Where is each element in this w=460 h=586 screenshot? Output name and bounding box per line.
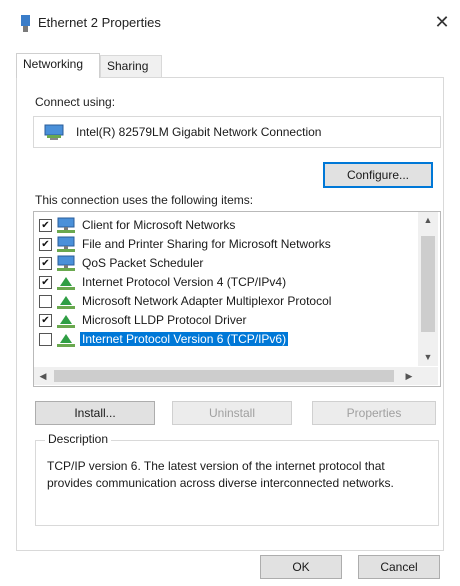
cancel-button[interactable]: Cancel [358,555,440,579]
protocol-icon [56,274,76,291]
checkbox[interactable] [39,333,52,346]
adapter-name: Intel(R) 82579LM Gigabit Network Connect… [76,125,322,139]
window-title: Ethernet 2 Properties [38,15,161,30]
tab-sharing[interactable]: Sharing [100,55,162,77]
connect-using-label: Connect using: [35,95,116,109]
scroll-down-icon[interactable]: ▼ [418,349,438,366]
checkbox[interactable]: ✔ [39,276,52,289]
title-bar: Ethernet 2 Properties ✕ [0,0,460,44]
close-button[interactable]: ✕ [430,10,454,34]
checkbox[interactable]: ✔ [39,257,52,270]
list-item-label: QoS Packet Scheduler [82,256,204,270]
list-item-label: Internet Protocol Version 6 (TCP/IPv6) [80,332,289,346]
protocol-icon [56,312,76,329]
uninstall-button[interactable]: Uninstall [172,401,292,425]
network-adapter-icon [44,124,64,140]
checkbox[interactable]: ✔ [39,314,52,327]
horizontal-scroll-thumb[interactable] [54,370,394,382]
protocol-icon [56,331,76,348]
vertical-scroll-thumb[interactable] [421,236,435,332]
description-text: TCP/IP version 6. The latest version of … [47,459,394,490]
list-item[interactable]: Microsoft Network Adapter Multiplexor Pr… [34,292,418,311]
close-icon: ✕ [434,12,450,32]
list-item[interactable]: ✔ File and Printer Sharing for Microsoft … [34,235,418,254]
checkbox[interactable] [39,295,52,308]
scroll-right-icon[interactable]: ▶ [400,367,418,385]
ethernet-icon [21,15,30,32]
client-network-icon [56,255,76,272]
properties-button[interactable]: Properties [312,401,436,425]
scroll-left-icon[interactable]: ◀ [34,367,52,385]
adapter-field: Intel(R) 82579LM Gigabit Network Connect… [33,116,441,148]
scrollbar-corner [418,367,438,385]
components-list[interactable]: ✔ Client for Microsoft Networks ✔ File and … [33,211,441,387]
client-network-icon [56,236,76,253]
configure-button[interactable]: Configure... [323,162,433,188]
scroll-up-icon[interactable]: ▲ [418,212,438,229]
description-legend: Description [45,432,112,446]
items-label: This connection uses the following items… [35,193,254,207]
install-button[interactable]: Install... [35,401,155,425]
list-item[interactable]: Internet Protocol Version 6 (TCP/IPv6) [34,330,418,349]
list-item-label: File and Printer Sharing for Microsoft N… [82,237,331,251]
list-item[interactable]: ✔ QoS Packet Scheduler [34,254,418,273]
list-item[interactable]: ✔ Microsoft LLDP Protocol Driver [34,311,418,330]
protocol-icon [56,293,76,310]
checkbox[interactable]: ✔ [39,238,52,251]
list-item-label: Microsoft Network Adapter Multiplexor Pr… [82,294,332,308]
list-item[interactable]: ✔ Internet Protocol Version 4 (TCP/IPv4) [34,273,418,292]
list-item[interactable]: ✔ Client for Microsoft Networks [34,216,418,235]
client-network-icon [56,217,76,234]
list-item-label: Internet Protocol Version 4 (TCP/IPv4) [82,275,287,289]
list-item-label: Client for Microsoft Networks [82,218,236,232]
checkbox[interactable]: ✔ [39,219,52,232]
tab-networking[interactable]: Networking [16,53,100,78]
ok-button[interactable]: OK [260,555,342,579]
list-item-label: Microsoft LLDP Protocol Driver [82,313,247,327]
vertical-scrollbar[interactable]: ▲ ▼ [418,212,438,366]
horizontal-scrollbar[interactable]: ◀ ▶ [34,367,418,385]
